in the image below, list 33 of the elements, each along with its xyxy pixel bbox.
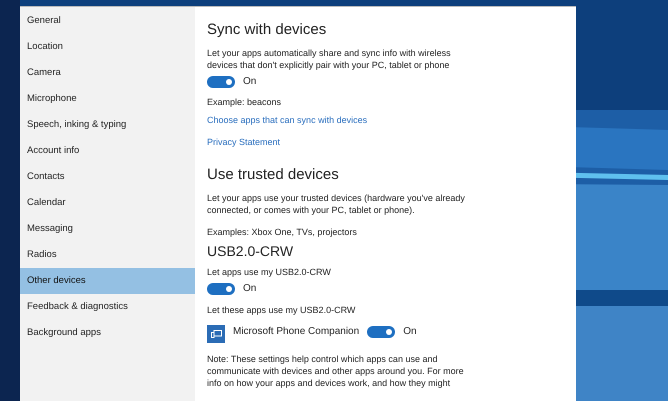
- setting-label: Let apps use my USB2.0-CRW: [207, 266, 332, 278]
- example-text: Examples: Xbox One, TVs, projectors: [207, 226, 358, 238]
- toggle-switch[interactable]: [207, 283, 235, 295]
- description-text: Let your apps use your trusted devices (hardware you've already connected, or comes with your PC, tablet or phone).: [207, 192, 466, 216]
- link[interactable]: Privacy Statement: [207, 137, 280, 147]
- toggle-label: On: [243, 283, 256, 295]
- sidebar-item[interactable]: Account info: [20, 138, 195, 164]
- sidebar-item[interactable]: Contacts: [20, 164, 195, 190]
- sidebar-item[interactable]: Speech, inking & typing: [20, 112, 195, 138]
- toggle-label: On: [243, 76, 256, 88]
- sidebar-item[interactable]: General: [20, 8, 195, 34]
- sidebar-item[interactable]: Calendar: [20, 190, 195, 216]
- note-text: Note: These settings help control which apps can use and communicate with devices and other apps around you. For more info on how your apps and devices work, and how they might: [207, 353, 465, 389]
- devices-icon: [210, 330, 222, 338]
- sidebar-item[interactable]: Location: [20, 34, 195, 60]
- app-name: Microsoft Phone Companion: [233, 326, 360, 338]
- sidebar-item[interactable]: Feedback & diagnostics: [20, 294, 195, 320]
- sidebar-item[interactable]: Messaging: [20, 216, 195, 242]
- example-text: Example: beacons: [207, 96, 282, 108]
- link[interactable]: Choose apps that can sync with devices: [207, 115, 368, 125]
- toggle-switch[interactable]: [367, 326, 396, 338]
- sidebar-item[interactable]: Background apps: [20, 320, 195, 346]
- sidebar-item[interactable]: Microphone: [20, 86, 195, 112]
- toggle-switch[interactable]: [207, 76, 235, 88]
- section-heading: Sync with devices: [207, 21, 328, 39]
- device-heading: USB2.0-CRW: [207, 242, 294, 260]
- section-heading: Use trusted devices: [207, 166, 340, 184]
- setting-label: Let these apps use my USB2.0-CRW: [207, 304, 356, 316]
- toggle-label: On: [403, 326, 417, 338]
- sidebar-item[interactable]: Camera: [20, 60, 195, 86]
- sidebar-item[interactable]: Other devices: [20, 268, 195, 294]
- description-text: Let your apps automatically share and sync info with wireless devices that don't explicitly pair with your PC, tablet or phone: [207, 47, 452, 71]
- sidebar-item[interactable]: Radios: [20, 242, 195, 268]
